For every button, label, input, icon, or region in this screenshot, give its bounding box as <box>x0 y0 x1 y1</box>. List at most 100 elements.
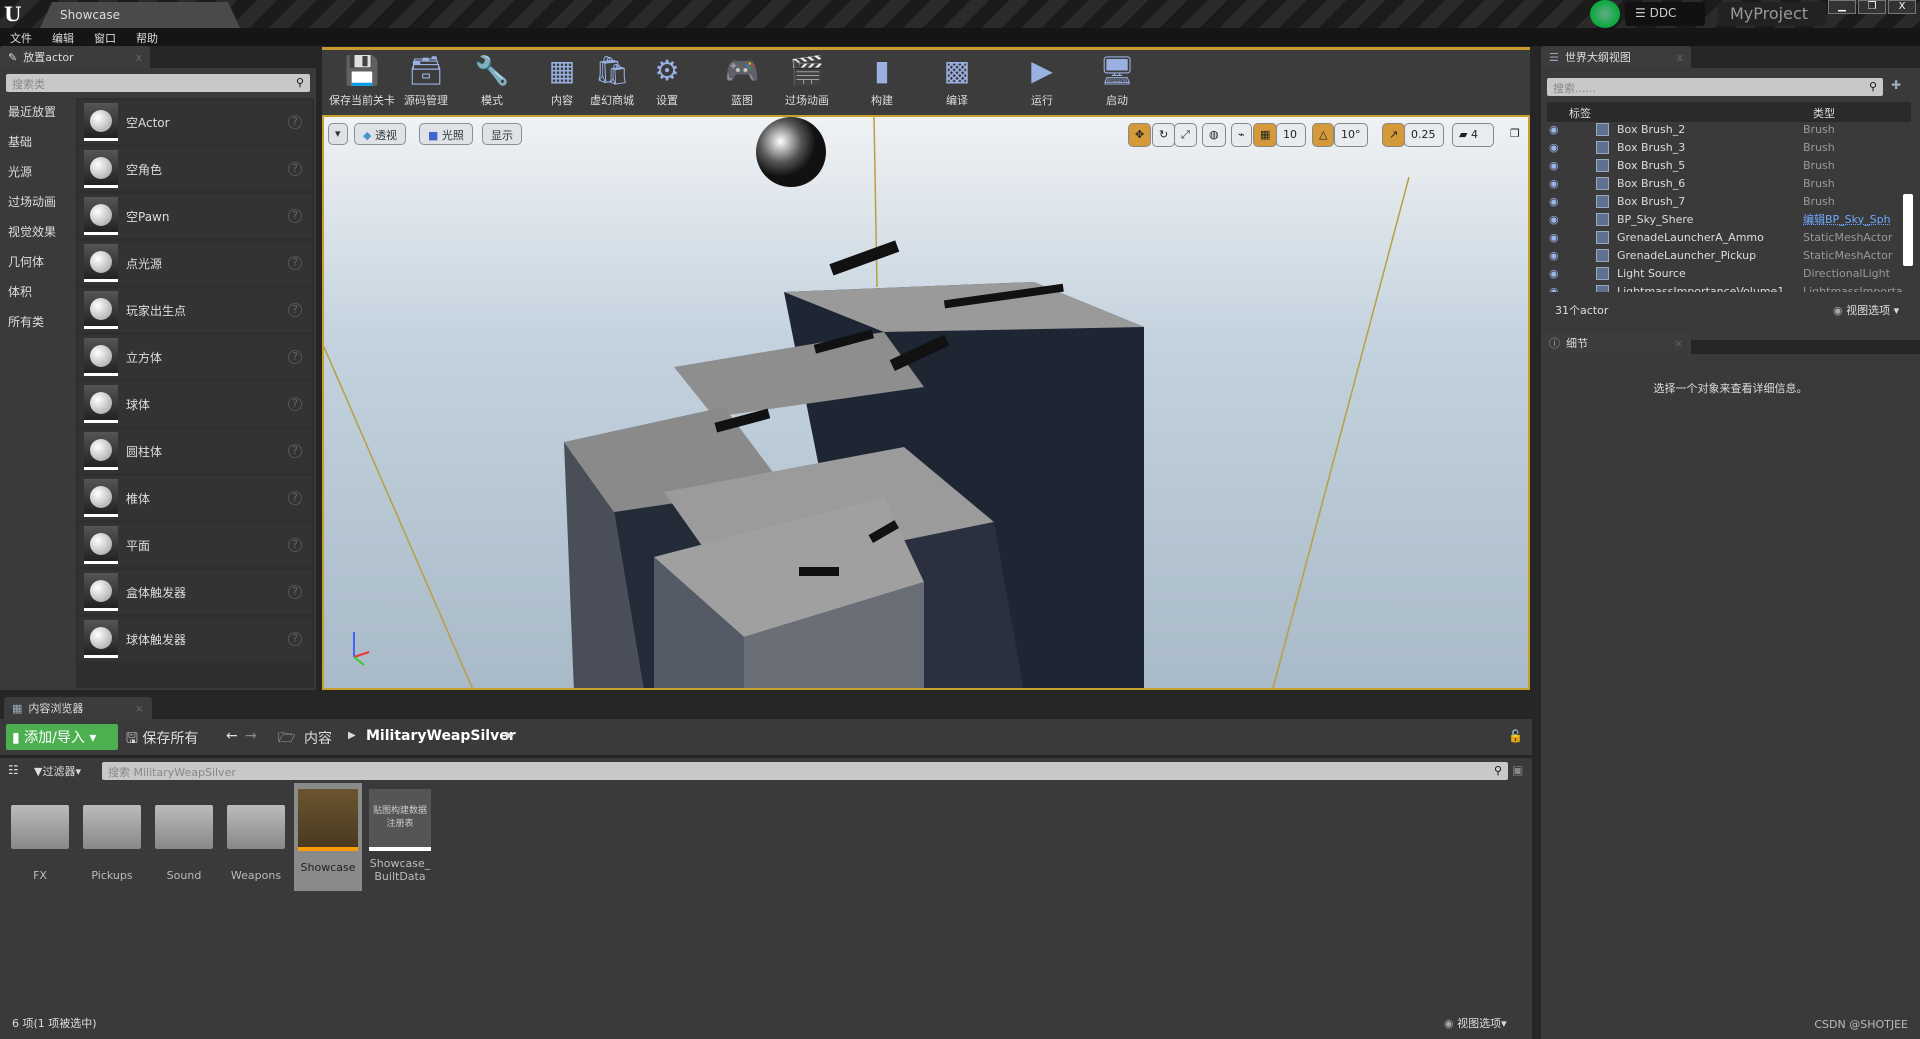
toolbar-modes-button[interactable]: 🔧 模式 <box>457 54 527 108</box>
menu-edit[interactable]: 编辑 <box>52 30 74 45</box>
category-cinematic[interactable]: 过场动画 <box>0 186 76 216</box>
help-icon[interactable]: ? <box>288 444 302 458</box>
asset-tile[interactable]: Weapons <box>222 791 290 882</box>
menu-help[interactable]: 帮助 <box>136 30 158 45</box>
asset-tile[interactable]: Pickups <box>78 791 146 882</box>
search-classes-input[interactable]: 搜索类 ⚲ <box>6 74 310 92</box>
visibility-eye-icon[interactable]: ◉ <box>1549 141 1563 154</box>
maximize-viewport-icon[interactable]: ❐ <box>1504 123 1526 147</box>
scale-tool-icon[interactable]: ⤢ <box>1174 123 1197 147</box>
close-icon[interactable]: x <box>1676 51 1683 64</box>
visibility-eye-icon[interactable]: ◉ <box>1549 267 1563 280</box>
outliner-row[interactable]: ◉ Box Brush_2 Brush <box>1541 122 1901 138</box>
back-button[interactable]: ← <box>226 728 238 744</box>
outliner-scrollbar[interactable] <box>1903 194 1913 266</box>
outliner-row[interactable]: ◉ LightmassImportanceVolume1 LightmassImpo… <box>1541 282 1903 293</box>
outliner-row[interactable]: ◉ Box Brush_5 Brush <box>1541 156 1901 174</box>
category-visual-effects[interactable]: 视觉效果 <box>0 216 76 246</box>
toolbar-source-control-button[interactable]: 🗃 源码管理 <box>391 54 461 108</box>
save-all-button[interactable]: 🖫 保存所有 <box>126 728 198 752</box>
actor-item[interactable]: 立方体? <box>78 335 312 379</box>
asset-tile[interactable]: 贴图构建数据注册表 Showcase_ BuiltData <box>366 789 434 883</box>
close-icon[interactable]: × <box>135 702 144 715</box>
lit-button[interactable]: ■ 光照 <box>419 123 473 145</box>
toolbar-settings-button[interactable]: ⚙ 设置 <box>632 54 702 108</box>
add-import-button[interactable]: ▮ 添加/导入 ▾ <box>6 724 118 750</box>
category-all-classes[interactable]: 所有类 <box>0 306 76 336</box>
outliner-row[interactable]: ◉ Box Brush_3 Brush <box>1541 138 1901 156</box>
visibility-eye-icon[interactable]: ◉ <box>1549 195 1563 208</box>
visibility-eye-icon[interactable]: ◉ <box>1549 249 1563 262</box>
rotation-snap-value[interactable]: 10° <box>1334 123 1368 147</box>
category-geometry[interactable]: 几何体 <box>0 246 76 276</box>
scale-snap-icon[interactable]: ↗ <box>1382 123 1406 147</box>
forward-button[interactable]: → <box>245 728 257 744</box>
toolbar-save-button[interactable]: 💾 保存当前关卡 <box>327 54 397 108</box>
help-icon[interactable]: ? <box>288 256 302 270</box>
help-icon[interactable]: ? <box>288 162 302 176</box>
visibility-eye-icon[interactable]: ◉ <box>1549 285 1563 293</box>
toolbar-launch-button[interactable]: 🖥 启动 <box>1082 54 1152 108</box>
tab-world-outliner[interactable]: ☰ 世界大纲视图 x <box>1541 46 1691 68</box>
world-local-icon[interactable]: ◍ <box>1202 123 1226 147</box>
actor-type[interactable]: 编辑BP_Sky_Sph <box>1803 211 1891 227</box>
level-viewport[interactable]: ▾ ◆ 透视 ■ 光照 显示 ✥ ↻ ⤢ ◍ ⌁ ▦ 10 △ 10° ↗ 0.… <box>322 115 1530 690</box>
outliner-search-input[interactable]: 搜索...... ⚲ <box>1547 78 1883 96</box>
content-search-input[interactable]: 搜索 MilitaryWeapSilver ⚲ <box>102 762 1508 780</box>
actor-item[interactable]: 玩家出生点? <box>78 288 312 332</box>
help-icon[interactable]: ? <box>288 397 302 411</box>
actor-item[interactable]: 空Actor? <box>78 100 312 144</box>
scale-snap-value[interactable]: 0.25 <box>1404 123 1444 147</box>
close-icon[interactable]: × <box>1674 337 1683 350</box>
surface-snap-icon[interactable]: ⌁ <box>1231 123 1252 147</box>
category-volumes[interactable]: 体积 <box>0 276 76 306</box>
maximize-button[interactable]: ❐ <box>1858 0 1886 14</box>
actor-item[interactable]: 圆柱体? <box>78 429 312 473</box>
toolbar-build-button[interactable]: ▮ 构建 <box>847 54 917 108</box>
toolbar-compile-button[interactable]: ▩ 编译 <box>922 54 992 108</box>
actor-item[interactable]: 椎体? <box>78 476 312 520</box>
minimize-button[interactable]: ▁ <box>1828 0 1856 14</box>
grid-snap-icon[interactable]: ▦ <box>1253 123 1278 147</box>
actor-item[interactable]: 盒体触发器? <box>78 570 312 614</box>
category-lights[interactable]: 光源 <box>0 156 76 186</box>
asset-tile[interactable]: Showcase <box>294 783 362 891</box>
category-recent[interactable]: 最近放置 <box>0 96 76 126</box>
asset-tile[interactable]: FX <box>6 791 74 882</box>
visibility-eye-icon[interactable]: ◉ <box>1549 123 1563 136</box>
help-icon[interactable]: ? <box>288 350 302 364</box>
outliner-view-options[interactable]: ◉ 视图选项 ▾ <box>1833 302 1899 318</box>
path-arrow-icon[interactable]: ▶ <box>348 730 356 741</box>
outliner-row[interactable]: ◉ Light Source DirectionalLight <box>1541 264 1901 282</box>
visibility-eye-icon[interactable]: ◉ <box>1549 177 1563 190</box>
visibility-eye-icon[interactable]: ◉ <box>1549 159 1563 172</box>
show-button[interactable]: 显示 <box>482 123 522 145</box>
actor-item[interactable]: 空角色? <box>78 147 312 191</box>
outliner-row[interactable]: ◉ Box Brush_6 Brush <box>1541 174 1901 192</box>
visibility-eye-icon[interactable]: ◉ <box>1549 231 1563 244</box>
add-filter-icon[interactable]: ✚ <box>1891 78 1901 92</box>
actor-item[interactable]: 平面? <box>78 523 312 567</box>
outliner-row[interactable]: ◉ GrenadeLauncherA_Ammo StaticMeshActor <box>1541 228 1901 246</box>
toolbar-play-button[interactable]: ▶ 运行 <box>1007 54 1077 108</box>
visibility-eye-icon[interactable]: ◉ <box>1549 213 1563 226</box>
sources-panel-icon[interactable]: ☷ <box>8 763 19 777</box>
toolbar-blueprint-button[interactable]: 🎮 蓝图 <box>707 54 777 108</box>
menu-window[interactable]: 窗口 <box>94 30 116 45</box>
asset-tile[interactable]: Sound <box>150 791 218 882</box>
menu-file[interactable]: 文件 <box>10 30 32 45</box>
content-view-options[interactable]: ◉ 视图选项▾ <box>1444 1015 1507 1031</box>
path-military[interactable]: MilitaryWeapSilver <box>366 728 516 744</box>
category-basic[interactable]: 基础 <box>0 126 76 156</box>
rotation-snap-icon[interactable]: △ <box>1312 123 1335 147</box>
close-icon[interactable]: x <box>135 51 142 64</box>
outliner-row[interactable]: ◉ GrenadeLauncher_Pickup StaticMeshActor <box>1541 246 1901 264</box>
column-label[interactable]: 标签 <box>1569 105 1591 121</box>
perspective-button[interactable]: ◆ 透视 <box>354 123 406 145</box>
tab-details[interactable]: ⓘ 细节 × <box>1541 332 1691 354</box>
close-button[interactable]: X <box>1888 0 1916 14</box>
source-control-status-icon[interactable] <box>1590 0 1620 28</box>
help-icon[interactable]: ? <box>288 585 302 599</box>
ddc-button[interactable]: ☰ DDC <box>1625 2 1705 26</box>
path-content[interactable]: 内容 <box>304 728 332 748</box>
